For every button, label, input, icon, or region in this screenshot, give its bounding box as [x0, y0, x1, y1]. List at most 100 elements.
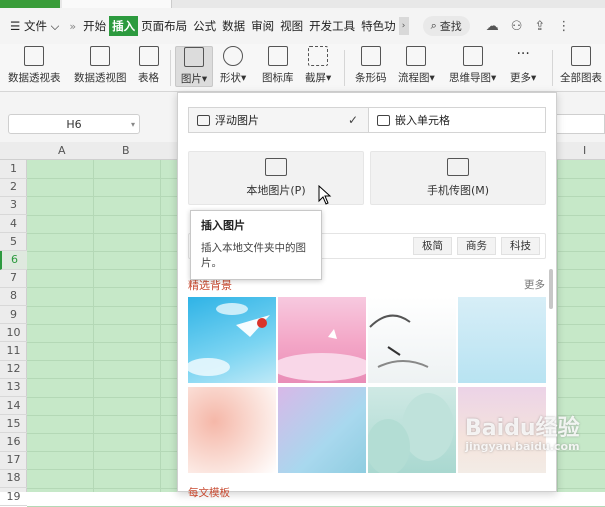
- shape-button[interactable]: 形状▾: [220, 46, 246, 85]
- name-box[interactable]: H6 ▾: [8, 114, 140, 134]
- background-thumbnail[interactable]: [368, 297, 456, 383]
- row-header-3[interactable]: 3: [0, 196, 27, 215]
- chevron-double-icon[interactable]: »: [65, 20, 80, 33]
- row-header-15[interactable]: 15: [0, 415, 27, 434]
- local-picture-label: 本地图片(P): [246, 184, 306, 197]
- row-header-8[interactable]: 8: [0, 287, 27, 306]
- local-picture-button[interactable]: 本地图片(P): [188, 151, 364, 205]
- float-picture-option[interactable]: 浮动图片 ✓: [189, 108, 369, 132]
- tab-insert[interactable]: 插入: [109, 16, 139, 36]
- barcode-label: 条形码: [355, 72, 387, 84]
- float-picture-icon: [197, 114, 210, 126]
- column-header-b[interactable]: B: [122, 144, 130, 157]
- more-button[interactable]: ··· 更多▾: [510, 46, 536, 85]
- flowchart-label-text: 流程图: [398, 72, 430, 84]
- pivot-chart-button[interactable]: 数据透视图: [74, 46, 127, 85]
- column-header-a[interactable]: A: [58, 144, 66, 157]
- tab-page-layout[interactable]: 页面布局: [138, 16, 190, 36]
- row-header-14[interactable]: 14: [0, 397, 27, 416]
- pivot-table-icon: [24, 46, 45, 66]
- pivot-chart-icon: [90, 46, 111, 66]
- row-header-12[interactable]: 12: [0, 360, 27, 379]
- next-section-title: 每文模板: [188, 487, 230, 499]
- picture-button[interactable]: 图片▾: [175, 46, 213, 87]
- background-thumbnail[interactable]: [458, 297, 546, 383]
- screenshot-label: 截屏▾: [305, 72, 332, 84]
- row-header-1[interactable]: 1: [0, 160, 27, 179]
- background-thumbnail[interactable]: [188, 387, 276, 473]
- pivot-table-button[interactable]: 数据透视表: [8, 46, 61, 85]
- toolbar-divider: [344, 50, 345, 86]
- screenshot-icon: [308, 46, 329, 66]
- flowchart-button[interactable]: 流程图▾: [398, 46, 435, 85]
- tab-data[interactable]: 数据: [219, 16, 248, 36]
- column-header-i[interactable]: I: [583, 144, 586, 157]
- tab-view[interactable]: 视图: [277, 16, 306, 36]
- mindmap-icon: [462, 46, 483, 66]
- all-charts-button[interactable]: 全部图表: [560, 46, 602, 85]
- row-header-4[interactable]: 4: [0, 215, 27, 234]
- image-icon: [265, 158, 287, 176]
- picture-icon: [184, 47, 204, 67]
- phone-picture-button[interactable]: 手机传图(M): [370, 151, 546, 205]
- row-header-17[interactable]: 17: [0, 451, 27, 470]
- row-header-19[interactable]: 19: [0, 488, 27, 507]
- embed-cell-label: 嵌入单元格: [395, 114, 450, 127]
- background-thumbnail[interactable]: [272, 297, 372, 383]
- row-header-9[interactable]: 9: [0, 306, 27, 325]
- table-icon: [138, 46, 159, 66]
- cloud-icon[interactable]: ☁: [486, 19, 499, 34]
- home-tab[interactable]: [0, 0, 60, 8]
- tab-review[interactable]: 审阅: [248, 16, 277, 36]
- chevron-down-icon[interactable]: ▾: [131, 120, 135, 129]
- embed-cell-option[interactable]: 嵌入单元格: [369, 108, 450, 132]
- tab-features[interactable]: 特色功: [358, 16, 399, 36]
- more-options-icon[interactable]: ⋮: [557, 19, 570, 34]
- float-picture-label: 浮动图片: [215, 114, 259, 127]
- search-box[interactable]: ⌕ 查找: [422, 16, 470, 36]
- row-header-7[interactable]: 7: [0, 269, 27, 288]
- crane-scene-graphic: [272, 329, 372, 381]
- row-header-6[interactable]: 6: [0, 251, 27, 270]
- shape-icon: [223, 46, 244, 66]
- row-header-2[interactable]: 2: [0, 178, 27, 197]
- row-header-18[interactable]: 18: [0, 469, 27, 488]
- background-thumbnail[interactable]: [186, 297, 276, 383]
- file-menu-label: 文件: [23, 19, 47, 33]
- insert-picture-tooltip: 插入图片 插入本地文件夹中的图片。: [190, 210, 322, 280]
- more-dots-icon: ···: [516, 46, 530, 62]
- tabs-scroll-right-icon[interactable]: ›: [398, 17, 409, 35]
- row-header-5[interactable]: 5: [0, 233, 27, 252]
- document-tab[interactable]: [62, 0, 172, 8]
- grid-line: [160, 160, 161, 492]
- barcode-button[interactable]: 条形码: [355, 46, 387, 85]
- user-share-icon[interactable]: ⚇: [511, 19, 523, 34]
- tag-business[interactable]: 商务: [457, 237, 496, 255]
- file-menu[interactable]: ☰ 文件 ⌵: [0, 16, 65, 36]
- screenshot-button[interactable]: 截屏▾: [305, 46, 331, 85]
- right-icons: ☁ ⚇ ⇪ ⋮: [486, 19, 571, 34]
- row-header-11[interactable]: 11: [0, 342, 27, 361]
- tab-home[interactable]: 开始: [80, 16, 109, 36]
- all-charts-label: 全部图表: [560, 72, 602, 84]
- tab-developer[interactable]: 开发工具: [306, 16, 358, 36]
- row-header-13[interactable]: 13: [0, 378, 27, 397]
- background-thumbnail[interactable]: [366, 387, 456, 475]
- tab-formula[interactable]: 公式: [190, 16, 219, 36]
- more-label: 更多▾: [510, 72, 537, 84]
- tag-tech[interactable]: 科技: [501, 237, 540, 255]
- picture-mode-switch: 浮动图片 ✓ 嵌入单元格: [188, 107, 546, 133]
- tag-minimal[interactable]: 极简: [413, 237, 452, 255]
- search-icon: ⌕: [430, 19, 437, 32]
- watermark-text: Baidu经验: [465, 416, 580, 441]
- more-link[interactable]: 更多: [524, 277, 545, 292]
- row-header-bar: 1 2 3 4 5 6 7 8 9 10 11 12 13 14 15 16 17 18 19: [0, 160, 27, 507]
- row-header-10[interactable]: 10: [0, 324, 27, 343]
- table-button[interactable]: 表格: [138, 46, 159, 85]
- scrollbar[interactable]: [549, 269, 553, 309]
- share-icon[interactable]: ⇪: [534, 19, 545, 34]
- mindmap-button[interactable]: 思维导图▾: [449, 46, 496, 85]
- background-thumbnail[interactable]: [278, 387, 366, 473]
- row-header-16[interactable]: 16: [0, 433, 27, 452]
- icon-library-button[interactable]: 图标库: [262, 46, 294, 85]
